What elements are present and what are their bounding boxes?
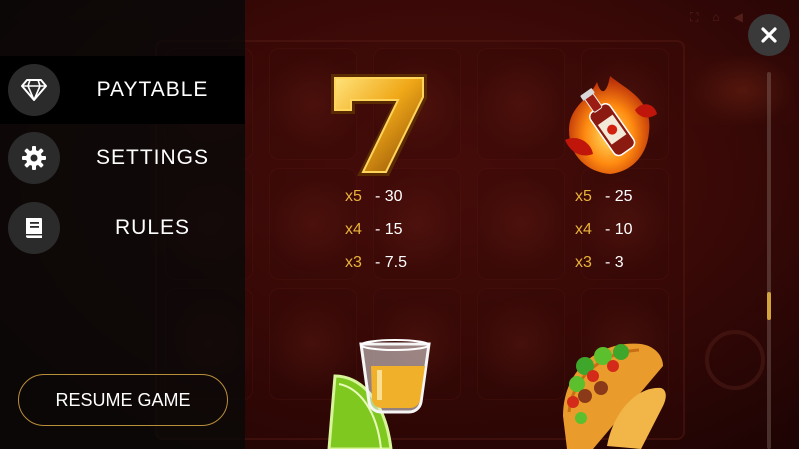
- gear-icon: [8, 132, 60, 184]
- menu-item-label: RULES: [114, 216, 191, 239]
- close-button[interactable]: [748, 14, 790, 56]
- payout-row: x4 - 10: [575, 220, 633, 238]
- seven-payouts: x5 - 30 x4 - 15 x3 - 7.5: [345, 180, 407, 279]
- diamond-icon: [8, 64, 60, 116]
- seven-icon: [327, 70, 431, 180]
- payout-row: x3 - 7.5: [345, 253, 408, 271]
- paytable-scrollbar-track[interactable]: [767, 72, 771, 449]
- hot-sauce-payouts: x5 - 25 x4 - 10 x3 - 3: [575, 180, 633, 279]
- payout-row: x5 - 30: [345, 187, 403, 205]
- payout-row: x4 - 15: [345, 220, 403, 238]
- book-icon: [8, 202, 60, 254]
- close-icon: [761, 27, 777, 43]
- tequila-lime-icon: [325, 336, 435, 449]
- menu-item-settings[interactable]: SETTINGS: [0, 124, 245, 192]
- resume-game-button[interactable]: RESUME GAME: [18, 374, 228, 426]
- paytable-panel: x5 - 30 x4 - 15 x3 - 7.5 x5 - 25 x4 - 10…: [245, 0, 799, 449]
- menu-item-label: SETTINGS: [95, 146, 209, 169]
- paytable-scrollbar-thumb[interactable]: [767, 292, 771, 320]
- menu-item-paytable[interactable]: PAYTABLE: [0, 56, 245, 124]
- menu-item-label: PAYTABLE: [96, 78, 209, 101]
- taco-icon: [555, 336, 667, 449]
- hot-sauce-icon: [557, 70, 663, 180]
- payout-row: x5 - 25: [575, 187, 633, 205]
- menu-item-rules[interactable]: RULES: [0, 194, 245, 262]
- payout-row: x3 - 3: [575, 253, 624, 271]
- menu-sidebar: PAYTABLE SETTINGS RULES RESUME GAME: [0, 0, 245, 449]
